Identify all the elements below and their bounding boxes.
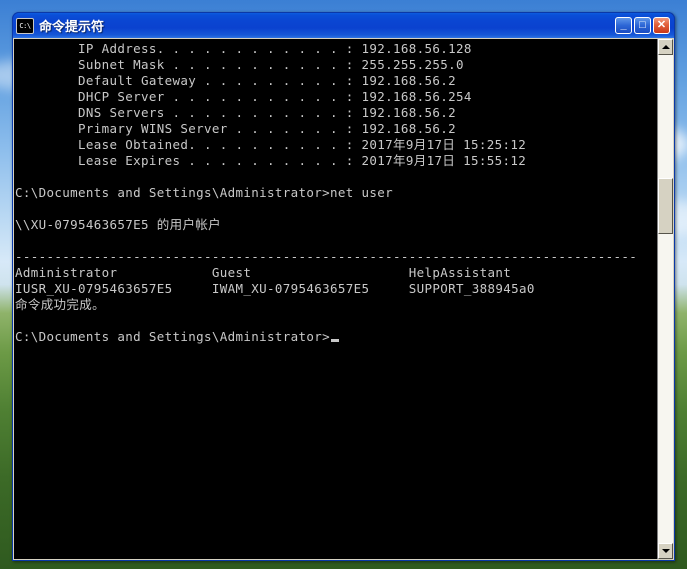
scrollbar-track[interactable] [658,55,673,543]
console-line: Default Gateway . . . . . . . . . : 192.… [15,73,457,88]
console-icon: C:\ [16,17,34,34]
desktop-wallpaper: C:\ 命令提示符 _ □ ✕ IP Address. . . . . . . … [0,0,687,569]
console-line: Subnet Mask . . . . . . . . . . . : 255.… [15,57,464,72]
console-line: IP Address. . . . . . . . . . . . : 192.… [15,41,472,56]
console-line: ----------------------------------------… [15,249,638,264]
console-output-area[interactable]: IP Address. . . . . . . . . . . . : 192.… [14,39,657,559]
window-title: 命令提示符 [39,19,105,34]
minimize-button[interactable]: _ [615,17,632,34]
text-cursor [331,339,340,342]
vertical-scrollbar[interactable] [657,39,673,559]
scrollbar-thumb[interactable] [658,178,673,234]
console-line: Lease Expires . . . . . . . . . . : 2017… [15,153,527,168]
console-line: C:\Documents and Settings\Administrator>… [15,185,394,200]
command-prompt-window: C:\ 命令提示符 _ □ ✕ IP Address. . . . . . . … [12,12,675,561]
console-line: DNS Servers . . . . . . . . . . . : 192.… [15,105,457,120]
console-line: Administrator Guest HelpAssistant [15,265,512,280]
console-line: Lease Obtained. . . . . . . . . . : 2017… [15,137,527,152]
console-line: DHCP Server . . . . . . . . . . . : 192.… [15,89,472,104]
console-line: IUSR_XU-0795463657E5 IWAM_XU-0795463657E… [15,281,535,296]
window-client-area: IP Address. . . . . . . . . . . . : 192.… [12,38,675,561]
window-titlebar[interactable]: C:\ 命令提示符 _ □ ✕ [12,12,675,38]
console-line: \\XU-0795463657E5 的用户帐户 [15,217,222,232]
close-button[interactable]: ✕ [653,17,670,34]
console-line: Primary WINS Server . . . . . . . : 192.… [15,121,457,136]
scroll-down-arrow-icon[interactable] [658,543,673,559]
scroll-up-arrow-icon[interactable] [658,39,673,55]
console-line: C:\Documents and Settings\Administrator> [15,329,656,345]
maximize-button[interactable]: □ [634,17,651,34]
console-line: 命令成功完成。 [15,297,105,312]
